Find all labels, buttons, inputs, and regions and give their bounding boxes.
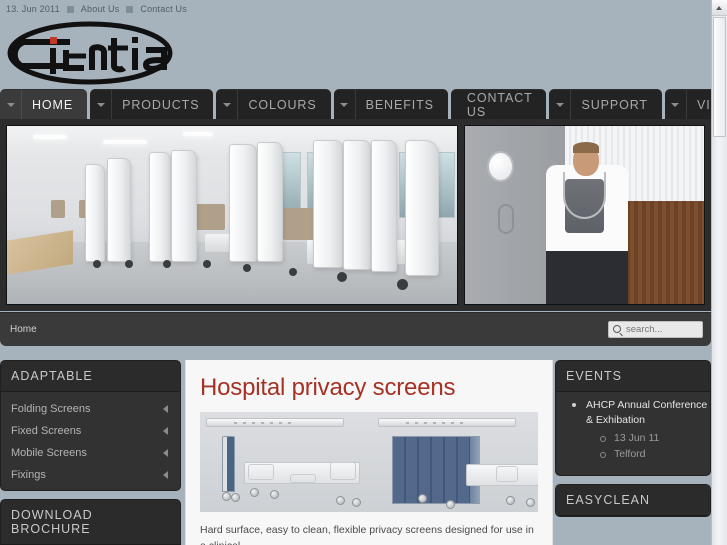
sidebar-panel-adaptable-title: ADAPTABLE [1, 361, 180, 392]
sidebar-item-mobile-screens[interactable]: Mobile Screens [1, 442, 180, 464]
event-name: AHCP Annual Conference & Exhibation [586, 399, 708, 427]
chevron-down-icon[interactable] [549, 89, 572, 120]
scrollbar-thumb[interactable] [713, 17, 726, 137]
page-title: Hospital privacy screens [200, 374, 456, 401]
chevron-down-icon[interactable] [90, 89, 113, 120]
list-item[interactable]: AHCP Annual Conference & Exhibation 13 J… [556, 398, 710, 463]
left-arrow-icon [163, 405, 168, 413]
sidebar-item-fixed-screens-label: Fixed Screens [11, 425, 82, 437]
content-columns: ADAPTABLE Folding Screens Fixed Screens … [0, 360, 711, 545]
nav-tab-home-label: HOME [32, 97, 74, 112]
nav-tab-contact-us[interactable]: CONTACT US [450, 89, 547, 119]
breadcrumb-search-bar: Home [0, 312, 711, 346]
silentia-logo[interactable] [6, 20, 186, 86]
nav-tab-benefits[interactable]: BENEFITS [333, 89, 448, 120]
sidebar-item-fixings-label: Fixings [11, 469, 46, 481]
sidebar-item-mobile-screens-label: Mobile Screens [11, 447, 87, 459]
nav-tab-home[interactable]: HOME [0, 89, 88, 120]
hero-image-ward[interactable] [6, 125, 458, 305]
event-detail-location: Telford [600, 447, 710, 463]
topbar-link-about-us[interactable]: About Us [81, 4, 120, 14]
sidebar-panel-events: EVENTS AHCP Annual Conference & Exhibati… [555, 360, 711, 476]
main-content: Hospital privacy screens Hard surface, e… [185, 360, 553, 545]
chevron-down-icon[interactable] [216, 89, 239, 120]
breadcrumb[interactable]: Home [10, 324, 37, 335]
chevron-down-icon[interactable] [665, 89, 687, 120]
sidebar-panel-easyclean: EASYCLEAN [555, 483, 711, 517]
left-sidebar: ADAPTABLE Folding Screens Fixed Screens … [0, 360, 181, 545]
sidebar-item-folding-screens[interactable]: Folding Screens [1, 398, 180, 420]
event-detail-date: 13 Jun 11 [600, 431, 710, 447]
nav-tab-colours[interactable]: COLOURS [216, 89, 331, 120]
current-date: 13. Jun 2011 [6, 4, 60, 14]
left-arrow-icon [163, 471, 168, 479]
hero-image-doctor[interactable] [464, 125, 705, 305]
sidebar-panel-download-brochure: DOWNLOAD BROCHURE [0, 499, 181, 545]
event-details-list: 13 Jun 11 Telford [586, 428, 710, 463]
sidebar-item-folding-screens-label: Folding Screens [11, 403, 91, 415]
topbar-link-contact-us[interactable]: Contact Us [140, 4, 187, 14]
scroll-up-arrow-icon[interactable] [712, 0, 727, 16]
logo-band [0, 18, 711, 88]
sidebar-panel-easyclean-title: EASYCLEAN [556, 484, 710, 516]
search-input[interactable] [626, 324, 696, 335]
left-arrow-icon [163, 449, 168, 457]
chevron-down-icon[interactable] [334, 89, 356, 120]
sidebar-panel-download-brochure-title: DOWNLOAD BROCHURE [1, 500, 180, 545]
left-arrow-icon [163, 427, 168, 435]
nav-tab-products-label: PRODUCTS [122, 97, 200, 112]
events-list: AHCP Annual Conference & Exhibation 13 J… [556, 392, 710, 475]
site-wrapper: 13. Jun 2011 About Us Contact Us HOME PR… [0, 0, 727, 545]
nav-tab-benefits-label: BENEFITS [365, 97, 434, 112]
hero-banner [0, 119, 711, 311]
nav-tab-colours-label: COLOURS [248, 97, 317, 112]
right-sidebar: EVENTS AHCP Annual Conference & Exhibati… [555, 360, 711, 545]
search-icon [613, 325, 621, 333]
square-separator-icon [126, 5, 134, 13]
search-box[interactable] [608, 321, 703, 338]
sidebar-item-fixings[interactable]: Fixings [1, 464, 180, 486]
nav-tab-contact-us-label: CONTACT US [466, 90, 533, 119]
sidebar-panel-events-title: EVENTS [556, 361, 710, 392]
sidebar-panel-adaptable-body: Folding Screens Fixed Screens Mobile Scr… [1, 392, 180, 490]
sidebar-panel-adaptable: ADAPTABLE Folding Screens Fixed Screens … [0, 360, 181, 491]
nav-tab-support-label: SUPPORT [581, 97, 648, 112]
square-separator-icon [66, 5, 74, 13]
page-root: 13. Jun 2011 About Us Contact Us HOME PR… [0, 0, 727, 545]
chevron-down-icon[interactable] [0, 89, 22, 120]
nav-tab-support[interactable]: SUPPORT [549, 89, 662, 120]
content-image-privacy-screens[interactable] [200, 412, 538, 512]
nav-tab-products[interactable]: PRODUCTS [90, 89, 214, 120]
main-body-text: Hard surface, easy to clean, flexible pr… [200, 524, 534, 545]
sidebar-item-fixed-screens[interactable]: Fixed Screens [1, 420, 180, 442]
browser-scrollbar[interactable] [711, 0, 727, 545]
main-navigation: HOME PRODUCTS COLOURS BENEFITS CONTACT U… [0, 88, 727, 120]
top-utility-bar: 13. Jun 2011 About Us Contact Us [0, 0, 711, 18]
